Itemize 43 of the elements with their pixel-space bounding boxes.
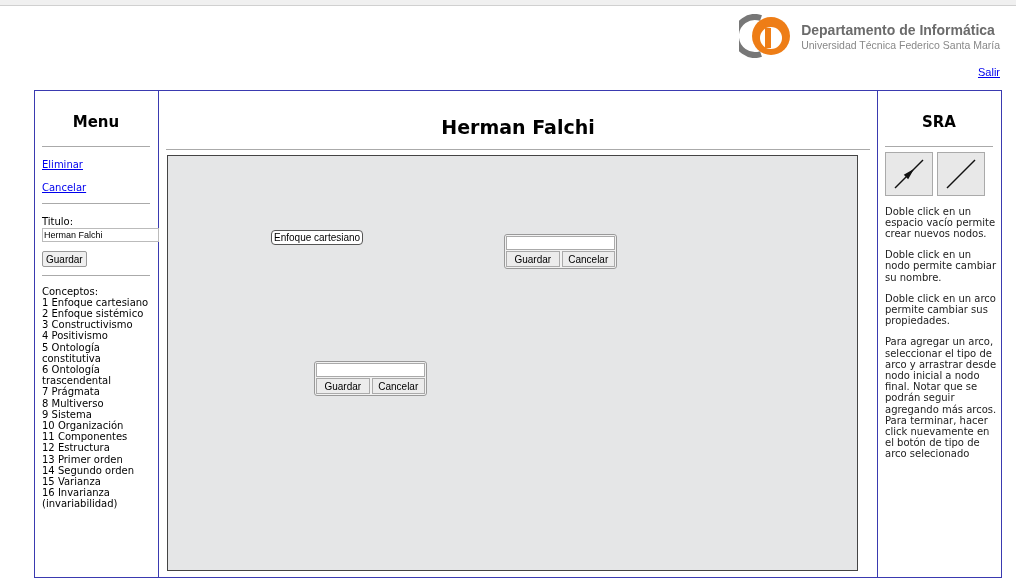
concept-item: 4 Positivismo bbox=[42, 330, 109, 342]
help-text: Para agregar un arco, seleccionar el tipo de arco y arrastrar desde nodo inicial a nodo final. Notar que se podrán seguir agregando más arcos. Para terminar, hacer click nuevamente en el botón de tipo de arco selecionado bbox=[885, 336, 997, 460]
cancel-button[interactable]: Cancelar bbox=[371, 378, 425, 394]
save-button[interactable]: Guardar bbox=[506, 251, 560, 267]
concept-item: 3 Constructivismo bbox=[42, 319, 134, 331]
cancel-button[interactable]: Cancelar bbox=[561, 251, 615, 267]
directed-arc-icon bbox=[892, 156, 926, 191]
university-name: Universidad Técnica Federico Santa María bbox=[801, 38, 1000, 51]
title-input[interactable]: Herman Falchi bbox=[42, 227, 159, 242]
menu-heading: Menu bbox=[71, 112, 121, 133]
save-button[interactable]: Guardar bbox=[42, 250, 87, 267]
concept-item: 9 Sistema bbox=[42, 408, 93, 420]
concept-item: 15 Varianza bbox=[42, 475, 101, 488]
menu-link[interactable]: Eliminar bbox=[42, 156, 83, 172]
concept-item: 1 Enfoque cartesiano bbox=[42, 296, 150, 308]
graph-node[interactable]: Enfoque cartesiano bbox=[271, 230, 364, 245]
concept-item: 13 Primer orden bbox=[42, 453, 124, 465]
concept-item: 16 Invarianza (invariabilidad) bbox=[42, 487, 119, 510]
concept-item: 8 Multiverso bbox=[42, 397, 105, 409]
page-title: Herman Falchi bbox=[440, 115, 596, 137]
line-arc-icon bbox=[944, 156, 978, 191]
concept-item: 11 Componentes bbox=[42, 431, 129, 443]
concept-item: 12 Estructura bbox=[42, 442, 110, 454]
menu-link[interactable]: Cancelar bbox=[42, 179, 87, 195]
concept-item: 10 Organización bbox=[42, 419, 124, 432]
sra-heading: SRA bbox=[921, 112, 957, 133]
node-name-input[interactable] bbox=[506, 236, 615, 250]
graph-canvas[interactable]: Enfoque cartesiano Guardar Cancelar Guardar Cancelar bbox=[167, 155, 858, 571]
help-text: Doble click en un arco permite cambiar sus propiedades. bbox=[885, 292, 997, 327]
logout-link[interactable]: Salir bbox=[978, 64, 1000, 81]
department-name: Departamento de Informática bbox=[801, 21, 996, 39]
help-text: Doble click en un nodo permite cambiar su nombre. bbox=[885, 249, 997, 283]
concept-item: 14 Segundo orden bbox=[42, 464, 135, 476]
help-text: Doble click en un espacio vacío permite crear nuevos nodos. bbox=[885, 205, 997, 240]
concept-item: 6 Ontología trascendental bbox=[42, 363, 113, 387]
concept-item: 5 Ontología constitutiva bbox=[42, 341, 102, 364]
concept-item: 7 Prágmata bbox=[42, 386, 101, 398]
save-button[interactable]: Guardar bbox=[316, 378, 370, 394]
arc-type-button[interactable] bbox=[885, 151, 933, 196]
concepts-label: Conceptos: bbox=[42, 285, 100, 297]
concept-item: 2 Enfoque sistémico bbox=[42, 307, 145, 320]
title-label: Titulo: bbox=[42, 215, 75, 228]
node-name-input[interactable] bbox=[316, 363, 425, 377]
